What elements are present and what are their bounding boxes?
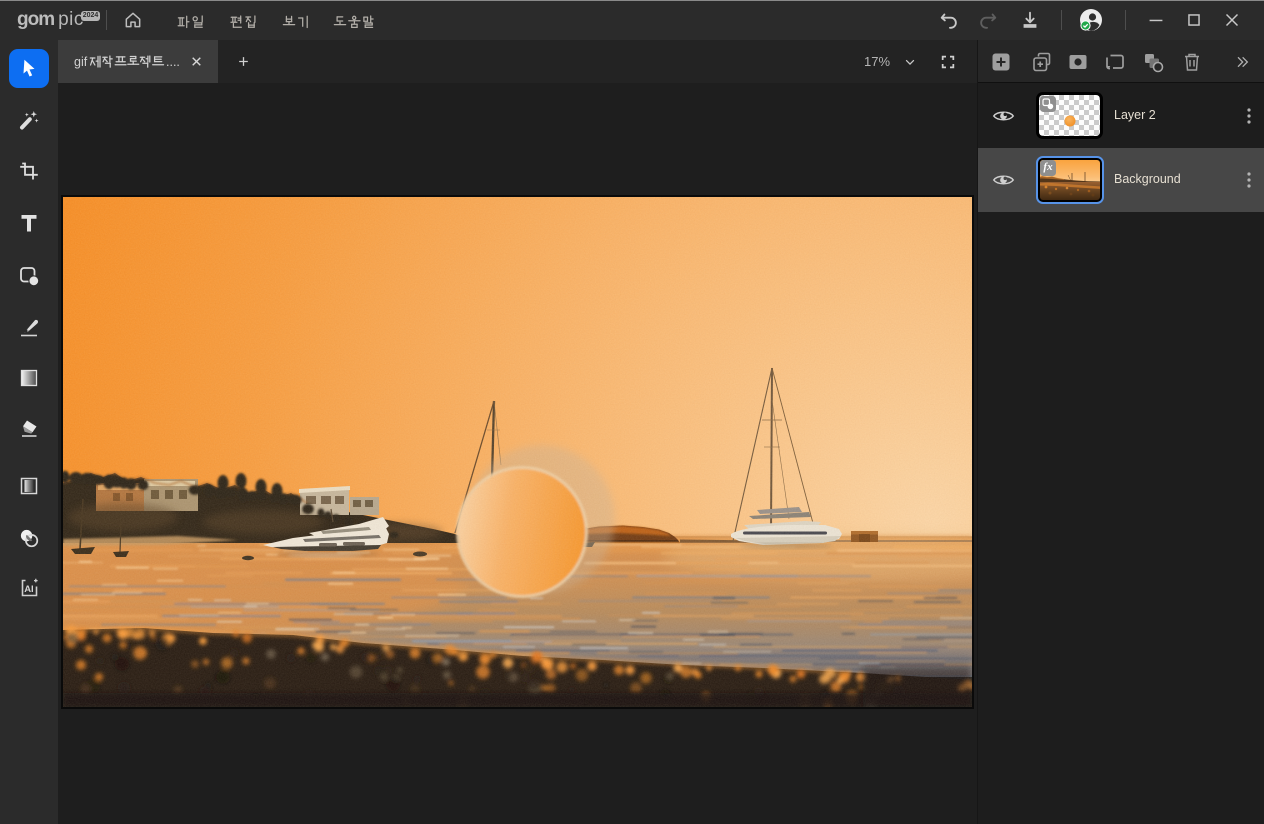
svg-text:....: ....	[166, 55, 180, 69]
svg-text:gif: gif	[74, 55, 88, 69]
svg-text:AI: AI	[24, 584, 34, 595]
